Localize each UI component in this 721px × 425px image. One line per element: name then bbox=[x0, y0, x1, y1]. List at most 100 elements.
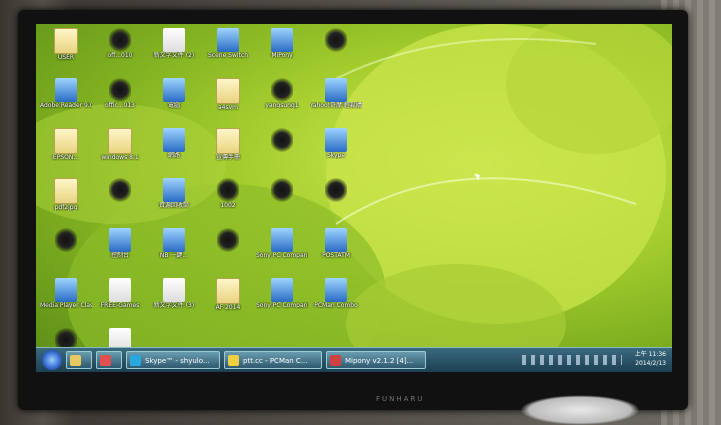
desktop-icon-label: 1002 bbox=[220, 202, 236, 209]
desktop-icon[interactable]: 宣傳手冊 bbox=[202, 128, 254, 161]
desktop-icon-label: Yahoo!奇摩 輕鬆購 bbox=[310, 102, 362, 109]
desktop-icon[interactable]: 1002 bbox=[202, 178, 254, 209]
taskbar-button-folder[interactable] bbox=[66, 351, 92, 369]
desktop-icon-label: 電腦 bbox=[167, 102, 180, 109]
folder-icon bbox=[54, 28, 78, 54]
monitor-brand: FUNHARU bbox=[376, 395, 425, 403]
desktop-icon[interactable]: Scene Switch bbox=[202, 28, 254, 59]
taskbar: Skype™ - shyulo... ptt.cc - PCMan C... Mip… bbox=[36, 347, 672, 372]
desktop-icon[interactable]: USER bbox=[40, 28, 92, 61]
app-icon bbox=[271, 228, 293, 252]
desktop-icon-label: EPSON... bbox=[52, 154, 80, 161]
pcman-icon bbox=[228, 355, 239, 366]
desktop-icon[interactable]: Sony PC Compani... bbox=[256, 228, 308, 259]
app-icon bbox=[163, 128, 185, 152]
desktop-icon[interactable]: off...010 bbox=[94, 28, 146, 59]
desktop-icon-label: 宣傳手冊 bbox=[215, 154, 240, 161]
desktop-icon[interactable]: 網路 bbox=[148, 128, 200, 159]
desktop-icon-label: Sony PC Companio... bbox=[256, 302, 308, 309]
desktop-icon[interactable]: Adobe Reader 9.0 bbox=[40, 78, 92, 109]
redacted-icon bbox=[271, 178, 293, 202]
taskbar-button-label: Skype™ - shyulo... bbox=[145, 357, 210, 365]
desktop-icon[interactable] bbox=[256, 178, 308, 202]
desktop-icon[interactable]: 電腦 bbox=[148, 78, 200, 109]
desktop-icon[interactable]: 控制台 bbox=[94, 228, 146, 259]
document-icon bbox=[109, 278, 131, 302]
desktop-icon[interactable]: Skype bbox=[310, 128, 362, 159]
folder-icon bbox=[216, 78, 240, 104]
app-icon bbox=[271, 28, 293, 52]
mipony-icon bbox=[330, 355, 341, 366]
desktop-icon[interactable]: NB 一鍵... bbox=[148, 228, 200, 259]
desktop-icon-label: pdf2jpg bbox=[54, 204, 78, 211]
desktop-icon[interactable]: Media Player Classic bbox=[40, 278, 92, 309]
taskbar-button-media[interactable] bbox=[96, 351, 122, 369]
desktop-icon-label: USER bbox=[57, 54, 75, 61]
app-icon bbox=[163, 178, 185, 202]
app-icon bbox=[325, 228, 347, 252]
app-icon bbox=[325, 128, 347, 152]
desktop-icon[interactable]: MiPony bbox=[256, 28, 308, 59]
desktop-icon[interactable]: windows 8.1 bbox=[94, 128, 146, 161]
folder-icon bbox=[54, 128, 78, 154]
skype-icon bbox=[130, 355, 141, 366]
start-button[interactable] bbox=[42, 350, 62, 370]
redacted-icon bbox=[325, 178, 347, 202]
desktop-icon[interactable]: pdf2jpg bbox=[40, 178, 92, 211]
desktop-icon[interactable] bbox=[94, 178, 146, 202]
document-icon bbox=[163, 28, 185, 52]
desktop-icon[interactable]: AF 2014 bbox=[202, 278, 254, 311]
desktop-icon[interactable]: EPSON... bbox=[40, 128, 92, 161]
redacted-icon bbox=[325, 28, 347, 52]
desktop-icon-label: offic...013 bbox=[105, 102, 135, 109]
redacted-icon bbox=[109, 78, 131, 102]
desktop-icon-label: Media Player Classic bbox=[40, 302, 92, 309]
desktop-icon-label: FREE-Games bbox=[100, 302, 140, 309]
redacted-icon bbox=[271, 128, 293, 152]
desktop-icon-label: 新文字文件 (2) bbox=[153, 52, 195, 59]
clock-time: 上午 11:36 bbox=[634, 351, 666, 358]
object-foreground bbox=[520, 395, 640, 425]
media-icon bbox=[100, 355, 111, 366]
app-icon bbox=[163, 228, 185, 252]
desktop-icon[interactable] bbox=[310, 178, 362, 202]
desktop-icon[interactable]: Sony PC Companio... bbox=[256, 278, 308, 309]
folder-icon bbox=[54, 178, 78, 204]
desktop-icon[interactable]: 新文字文件 (3) bbox=[148, 278, 200, 309]
clock[interactable]: 上午 11:36 2014/2/13 bbox=[635, 350, 666, 368]
desktop-icon-label: off...010 bbox=[107, 52, 133, 59]
desktop-icon-label: 資源回收筒 bbox=[158, 202, 189, 209]
desktop-icon-label: MiPony bbox=[271, 52, 293, 59]
desktop-icon[interactable]: POSTATM bbox=[310, 228, 362, 259]
desktop-icon[interactable] bbox=[40, 228, 92, 252]
app-icon bbox=[217, 28, 239, 52]
taskbar-button-label: ptt.cc - PCMan C... bbox=[243, 357, 308, 365]
taskbar-button-mipony[interactable]: Mipony v2.1.2 [4]... bbox=[326, 351, 426, 369]
desktop-icon[interactable] bbox=[202, 228, 254, 252]
folder-icon bbox=[216, 278, 240, 304]
desktop-icon[interactable]: FREE-Games bbox=[94, 278, 146, 309]
desktop-icon[interactable]: yangsung1 bbox=[256, 78, 308, 109]
desktop-screen[interactable]: USER off...010 新文字文件 (2) Scene Switch MiPony… bbox=[36, 24, 672, 372]
system-tray[interactable] bbox=[522, 355, 622, 365]
redacted-icon bbox=[109, 178, 131, 202]
clock-date: 2014/2/13 bbox=[635, 360, 666, 367]
app-icon bbox=[55, 78, 77, 102]
desktop-icon[interactable]: PCMan Combo bbox=[310, 278, 362, 309]
desktop-icon[interactable]: offic...013 bbox=[94, 78, 146, 109]
desktop-icon[interactable]: 資源回收筒 bbox=[148, 178, 200, 209]
folder-icon bbox=[216, 128, 240, 154]
desktop-icon-label: 網路 bbox=[167, 152, 180, 159]
taskbar-button-skype[interactable]: Skype™ - shyulo... bbox=[126, 351, 220, 369]
app-icon bbox=[271, 278, 293, 302]
desktop-icon-label: 控制台 bbox=[110, 252, 129, 259]
taskbar-button-pcman[interactable]: ptt.cc - PCMan C... bbox=[224, 351, 322, 369]
desktop-icon-label: NB 一鍵... bbox=[159, 252, 189, 259]
desktop-icon[interactable] bbox=[310, 28, 362, 52]
redacted-icon bbox=[271, 78, 293, 102]
desktop-icon[interactable] bbox=[256, 128, 308, 152]
desktop-icon[interactable]: 新文字文件 (2) bbox=[148, 28, 200, 59]
desktop-icon[interactable]: a4svm bbox=[202, 78, 254, 111]
desktop-icon-label: a4svm bbox=[217, 104, 238, 111]
desktop-icon[interactable]: Yahoo!奇摩 輕鬆購 bbox=[310, 78, 362, 109]
